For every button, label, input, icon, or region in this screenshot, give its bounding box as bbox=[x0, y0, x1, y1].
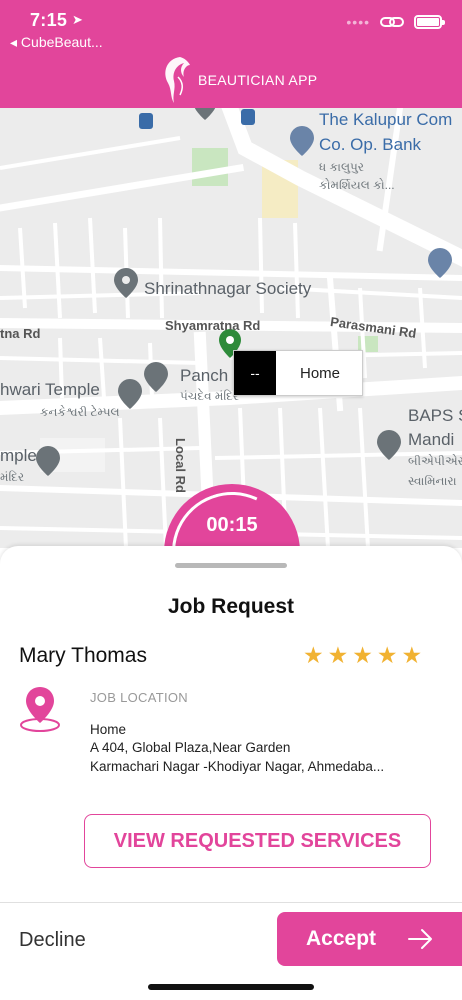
star-icon: ★ bbox=[401, 642, 423, 668]
poi-panch[interactable]: Panch bbox=[180, 366, 228, 386]
poi-baps-gujarati-line1: બીએપીએસ bbox=[408, 454, 462, 468]
link-icon bbox=[380, 17, 404, 27]
status-indicators: •••• bbox=[346, 14, 445, 30]
status-time: 7:15 bbox=[30, 10, 68, 30]
app-title: BEAUTICIAN APP bbox=[198, 72, 318, 88]
poi-panch-gujarati: પંચદેવ મંદિર bbox=[180, 389, 240, 403]
callout-placeholder: -- bbox=[234, 351, 276, 395]
signal-icon: •••• bbox=[346, 14, 370, 30]
map-pin-icon bbox=[20, 687, 60, 732]
poi-temple-gujarati: કનકેશ્વરી ટેમ્પલ bbox=[40, 405, 120, 419]
road-tna: tna Rd bbox=[0, 326, 41, 341]
star-icon: ★ bbox=[303, 642, 324, 668]
countdown-value: 00:15 bbox=[206, 514, 258, 536]
star-icon: ★ bbox=[327, 642, 349, 668]
road-local: Local Rd bbox=[173, 438, 188, 493]
customer-name: Mary Thomas bbox=[19, 644, 147, 667]
poi-baps-line1[interactable]: BAPS S bbox=[408, 406, 462, 426]
app-header: 7:15 ➤ ◂ CubeBeaut... •••• BEAUTICIAN AP… bbox=[0, 0, 462, 108]
location-callout[interactable]: -- Home bbox=[233, 350, 363, 396]
poi-temple[interactable]: hwari Temple bbox=[0, 380, 100, 400]
poi-kalupur-gujarati-line2: કોમર્શિયલ કો... bbox=[319, 178, 395, 192]
poi-mple[interactable]: mple bbox=[0, 446, 37, 466]
view-requested-services-button[interactable]: VIEW REQUESTED SERVICES bbox=[84, 814, 431, 868]
woman-profile-logo-icon bbox=[165, 57, 190, 103]
poi-kalupur-bank-line1[interactable]: The Kalupur Com bbox=[319, 110, 452, 130]
poi-shrinathnagar[interactable]: Shrinathnagar Society bbox=[144, 279, 311, 299]
home-indicator[interactable] bbox=[148, 984, 314, 990]
star-icon: ★ bbox=[376, 642, 398, 668]
star-icon: ★ bbox=[352, 642, 373, 668]
callout-label: Home bbox=[300, 365, 341, 382]
poi-baps-gujarati-line2: સ્વામિનારા bbox=[408, 474, 457, 488]
decline-button[interactable]: Decline bbox=[19, 929, 86, 952]
poi-mple-gujarati: મંદિર bbox=[0, 470, 25, 484]
address-line-3: Karmachari Nagar -Khodiyar Nagar, Ahmeda… bbox=[90, 759, 385, 774]
job-request-sheet: Job Request Mary Thomas ★ ★ ★ ★ ★ JOB LO… bbox=[0, 546, 462, 1000]
battery-icon bbox=[414, 15, 445, 29]
divider bbox=[0, 902, 462, 903]
sheet-title: Job Request bbox=[167, 595, 295, 618]
customer-rating: ★ ★ ★ ★ ★ bbox=[303, 643, 422, 667]
job-location-label: JOB LOCATION bbox=[90, 690, 188, 705]
sheet-drag-handle[interactable] bbox=[175, 563, 287, 568]
location-arrow-icon: ➤ bbox=[72, 12, 83, 27]
road-shyamratna: Shyamratna Rd bbox=[165, 318, 261, 333]
back-to-app-link[interactable]: ◂ CubeBeaut... bbox=[10, 34, 103, 51]
arrow-right-icon bbox=[408, 929, 432, 949]
poi-kalupur-gujarati-line1: ધ કાલુપુર bbox=[319, 160, 365, 174]
map-view[interactable]: The Kalupur Com Co. Op. Bank ધ કાલુપુર ક… bbox=[0, 108, 462, 548]
accept-button[interactable]: Accept bbox=[277, 912, 462, 966]
accept-label: Accept bbox=[306, 927, 377, 950]
poi-kalupur-bank-line2[interactable]: Co. Op. Bank bbox=[319, 135, 421, 155]
address-line-1: Home bbox=[90, 722, 127, 737]
address-line-2: A 404, Global Plaza,Near Garden bbox=[90, 740, 291, 755]
poi-baps-line2[interactable]: Mandi bbox=[408, 430, 454, 450]
